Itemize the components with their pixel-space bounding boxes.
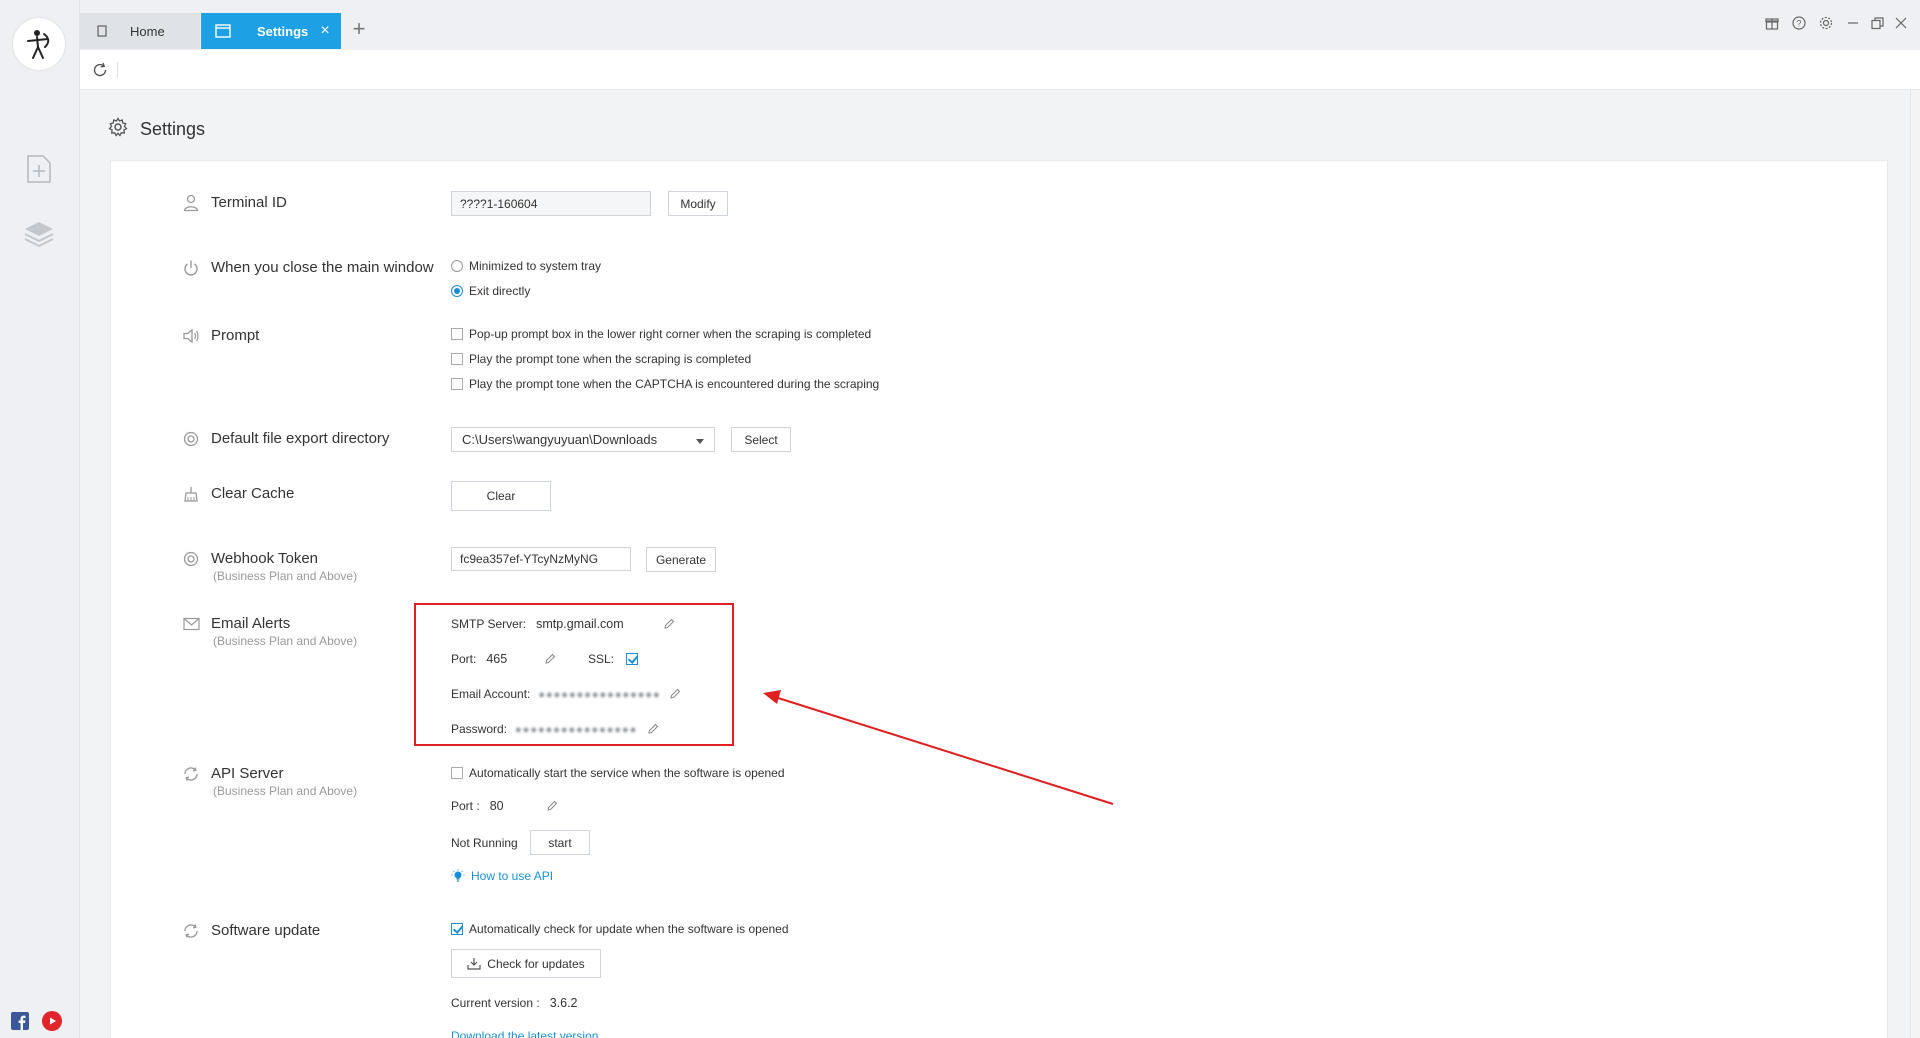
annotation-arrow — [763, 690, 1114, 805]
